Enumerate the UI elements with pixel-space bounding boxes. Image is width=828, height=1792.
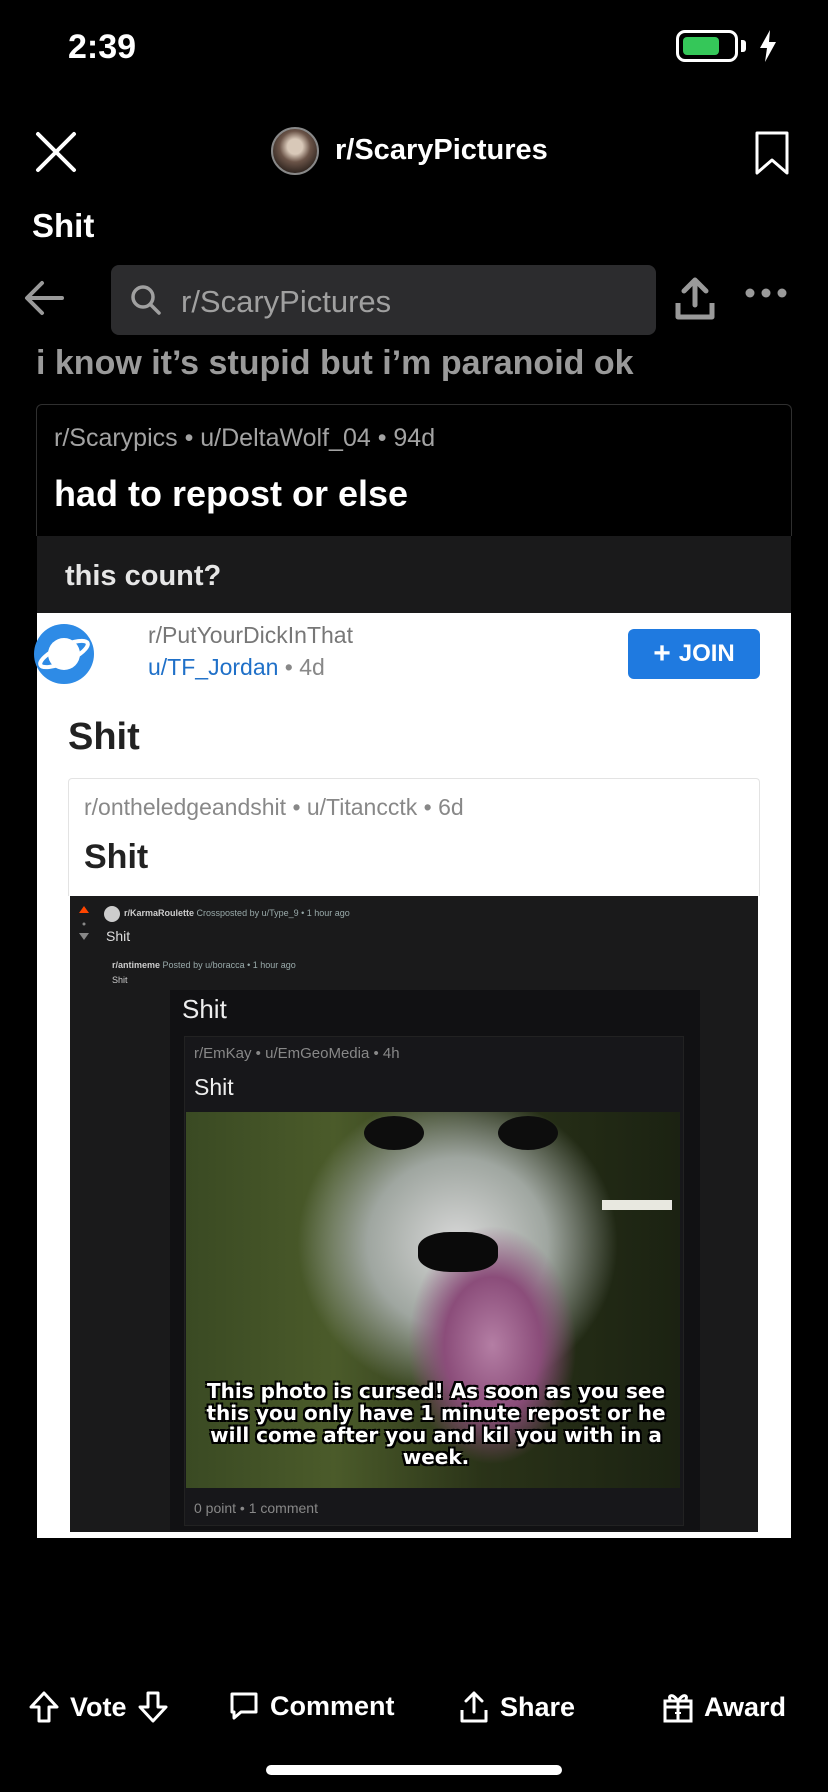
crosspost-title: had to repost or else xyxy=(54,473,409,514)
nested-sub-2-meta: Posted by u/boracca • 1 hour ago xyxy=(162,960,296,970)
join-label: JOIN xyxy=(678,640,735,667)
nested-points: 0 point • 1 comment xyxy=(194,1500,318,1516)
nested-sub-1: r/KarmaRoulette Crossposted by u/Type_9 … xyxy=(124,908,350,918)
search-placeholder: r/ScaryPictures xyxy=(181,284,392,319)
screenshot-headline: i know it’s stupid but i’m paranoid ok xyxy=(36,344,634,382)
image-username: u/TF_Jordan xyxy=(148,654,279,680)
post-title: Shit xyxy=(32,207,95,244)
image-caption: this count? xyxy=(65,560,222,592)
charging-bolt-icon xyxy=(760,30,776,62)
nested-sub-1-meta: Crossposted by u/Type_9 • 1 hour ago xyxy=(196,908,350,918)
search-icon xyxy=(131,285,161,315)
comment-button[interactable]: Comment xyxy=(228,1690,395,1722)
award-button[interactable]: Award xyxy=(662,1690,786,1724)
image-user: u/TF_Jordan • 4d xyxy=(148,654,325,681)
photo-left-eye xyxy=(364,1116,424,1150)
upvote-icon[interactable] xyxy=(28,1690,60,1724)
nested-title-1: Shit xyxy=(106,928,131,944)
back-arrow-icon xyxy=(25,281,64,315)
nested-post-3-meta: r/EmKay • u/EmGeoMedia • 4h xyxy=(194,1045,400,1062)
subreddit-avatar[interactable] xyxy=(271,127,319,175)
image-time: • 4d xyxy=(278,654,325,680)
comment-label: Comment xyxy=(270,1690,395,1721)
photo-mouth xyxy=(418,1232,498,1272)
award-gift-icon xyxy=(663,1694,693,1723)
nested-title-2: Shit xyxy=(112,975,128,985)
photo-caption: This photo is cursed! As soon as you see… xyxy=(206,1379,666,1469)
vote-control: Vote xyxy=(28,1690,169,1724)
photo-right-eye xyxy=(498,1116,558,1150)
share-icon xyxy=(460,1691,488,1723)
award-label: Award xyxy=(704,1691,787,1722)
join-button: + JOIN xyxy=(628,629,760,679)
downvote-icon[interactable] xyxy=(137,1690,169,1724)
battery-icon xyxy=(676,30,738,62)
nested-post-3-title: Shit xyxy=(194,1074,234,1100)
home-indicator[interactable] xyxy=(266,1765,562,1775)
image-subreddit: r/PutYourDickInThat xyxy=(148,622,353,648)
image-post-title: Shit xyxy=(68,716,140,758)
share-button[interactable]: Share xyxy=(458,1690,575,1724)
battery-cap xyxy=(741,40,746,52)
share-label: Share xyxy=(500,1691,576,1722)
nested-sub-2-name: r/antimeme xyxy=(112,960,161,970)
crosspost-meta: r/Scarypics • u/DeltaWolf_04 • 94d xyxy=(54,424,436,452)
status-time: 2:39 xyxy=(68,28,137,66)
nested-sub-1-name: r/KarmaRoulette xyxy=(124,908,195,918)
vote-arrows-icon xyxy=(79,906,89,940)
plus-icon: + xyxy=(653,637,671,670)
image-inner-meta: r/ontheledgeandshit • u/Titancctk • 6d xyxy=(84,794,464,820)
subreddit-title[interactable]: r/ScaryPictures xyxy=(335,134,548,167)
more-options-icon xyxy=(745,288,787,298)
upload-icon xyxy=(675,277,715,320)
comment-icon xyxy=(230,1692,258,1720)
reddit-planet-logo-icon xyxy=(34,624,94,684)
close-icon[interactable] xyxy=(32,128,80,176)
tiny-avatar xyxy=(104,906,120,922)
nested-post-2-title: Shit xyxy=(182,994,227,1024)
bookmark-icon[interactable] xyxy=(754,130,790,176)
nested-sub-2: r/antimeme Posted by u/boracca • 1 hour … xyxy=(112,960,296,970)
photo-light xyxy=(602,1200,672,1210)
vote-label: Vote xyxy=(70,1691,127,1722)
image-inner-title: Shit xyxy=(84,838,149,876)
